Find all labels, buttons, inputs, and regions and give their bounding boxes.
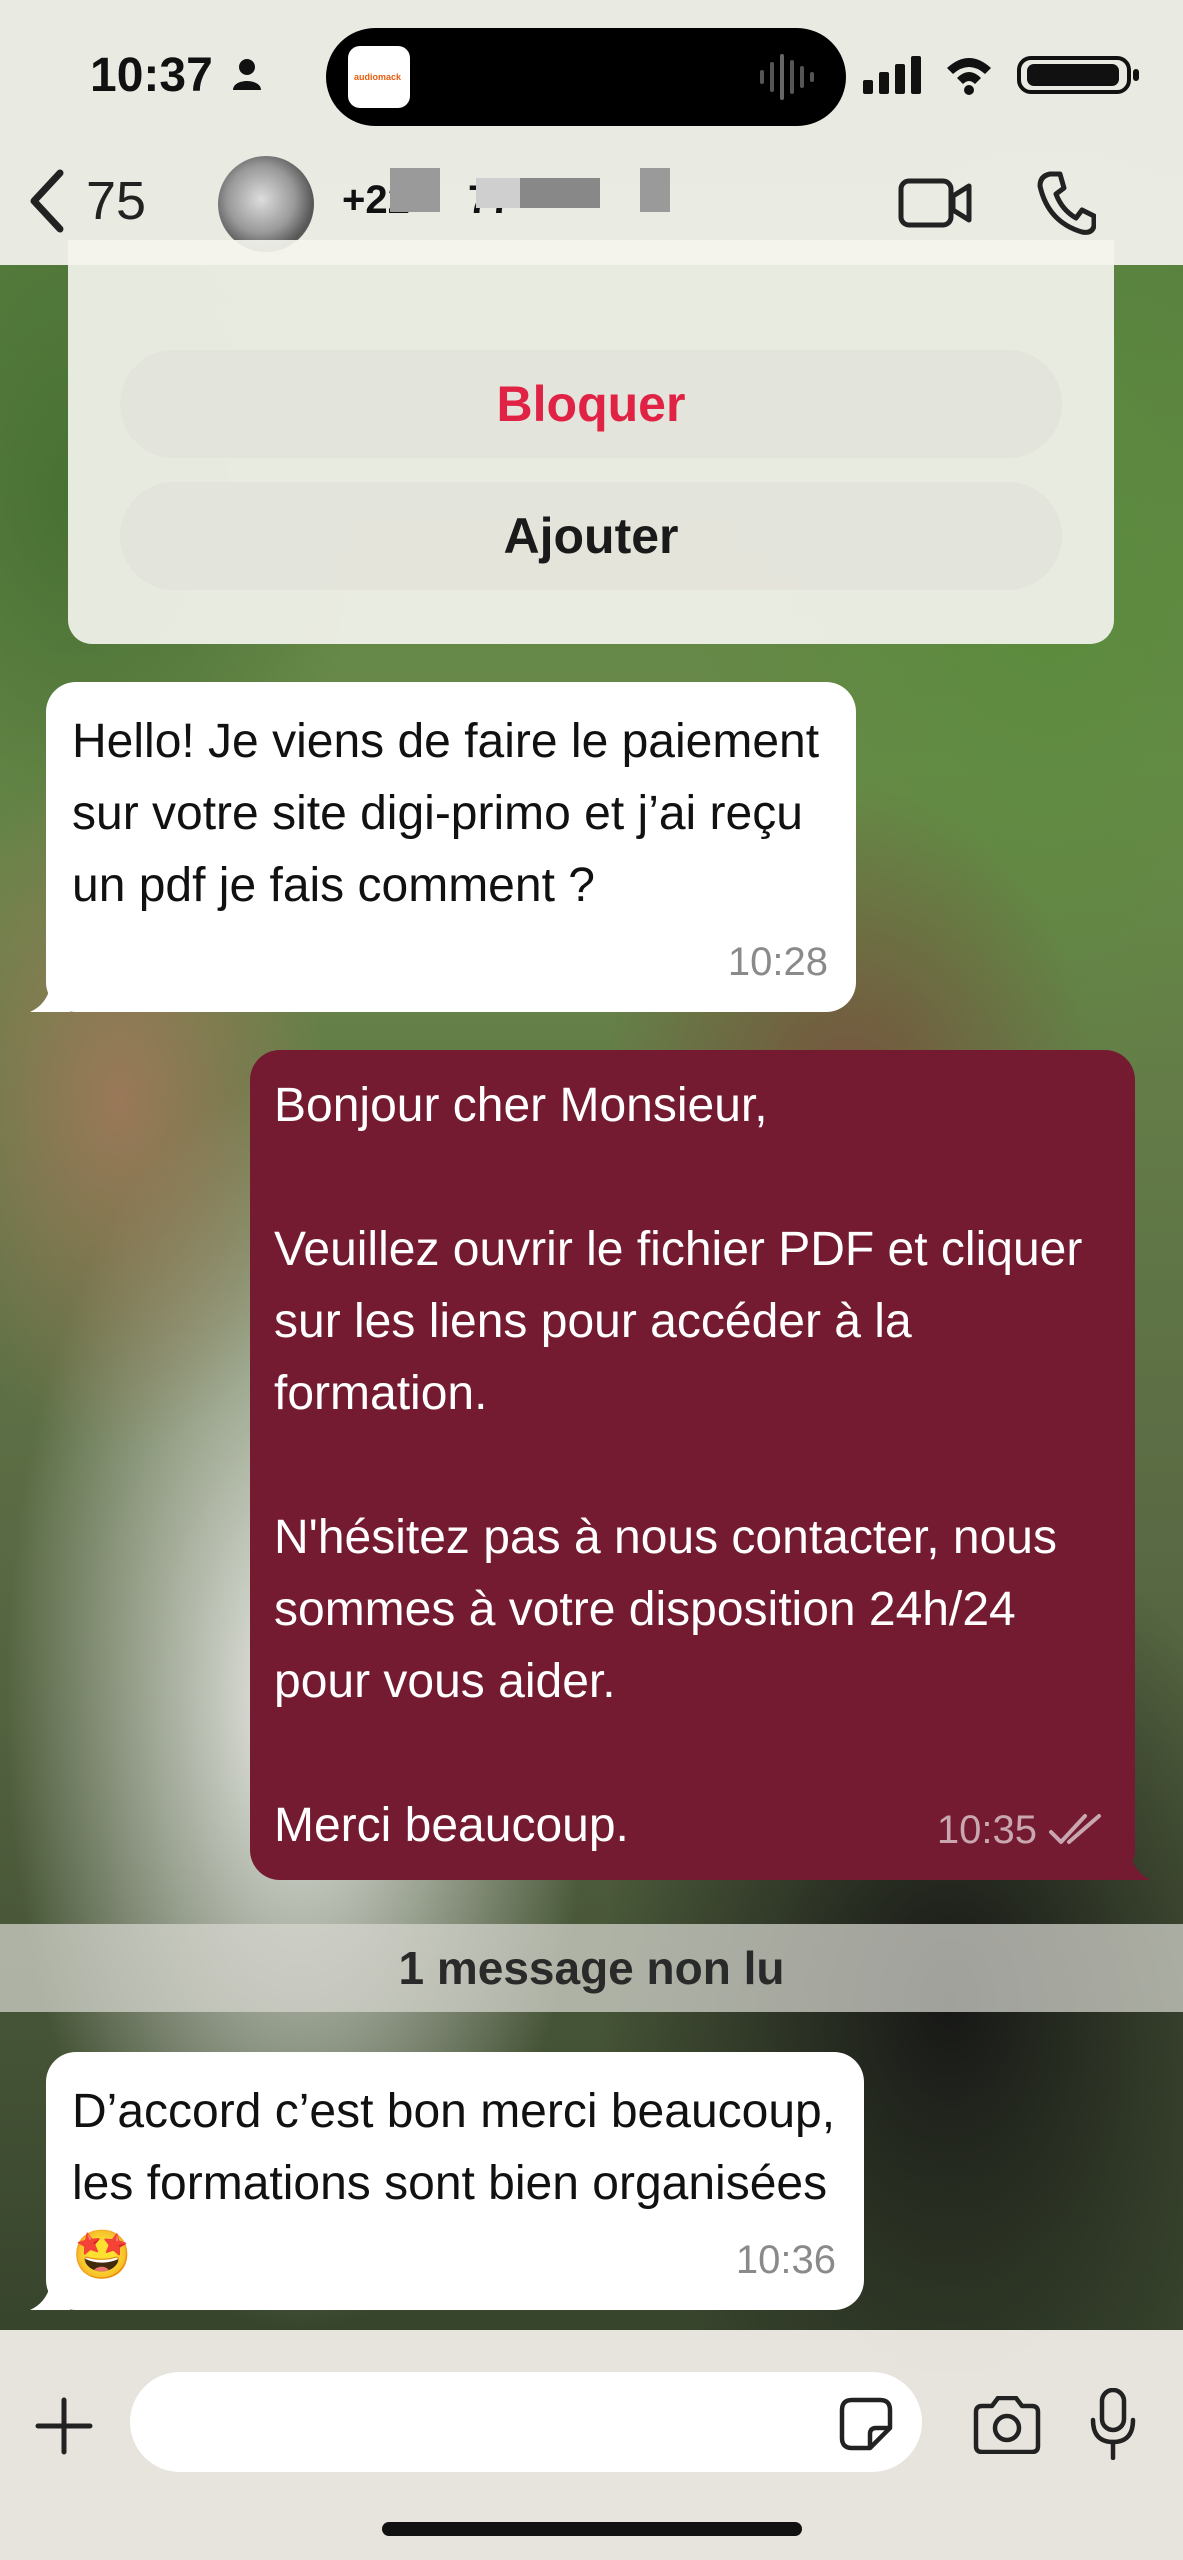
chevron-left-icon xyxy=(30,169,64,233)
dynamic-island[interactable]: audiomack xyxy=(326,28,846,126)
bubble-tail xyxy=(30,2270,70,2310)
message-text: D’accord c’est bon merci beaucoup, les f… xyxy=(72,2085,849,2282)
status-time: 10:37 xyxy=(90,49,213,102)
message-bubble-incoming[interactable]: Hello! Je viens de faire le paiement sur… xyxy=(30,682,856,1012)
unread-chats-count: 75 xyxy=(86,171,147,231)
message-time: 10:35 xyxy=(936,1808,1037,1852)
composer-bar xyxy=(0,2330,1183,2560)
redacted-name xyxy=(476,178,520,208)
microphone-icon[interactable] xyxy=(1090,2388,1136,2460)
redacted-name xyxy=(520,178,600,208)
unknown-contact-card: Bloquer Ajouter xyxy=(68,240,1114,644)
video-call-icon[interactable] xyxy=(898,176,972,230)
audiomack-logo: audiomack xyxy=(348,46,410,108)
message-input[interactable] xyxy=(130,2372,922,2472)
add-contact-button[interactable]: Ajouter xyxy=(120,482,1062,590)
block-button[interactable]: Bloquer xyxy=(120,350,1062,458)
back-button[interactable]: 75 xyxy=(28,166,178,236)
person-icon xyxy=(233,59,261,90)
message-meta: 10:35 xyxy=(937,1794,1107,1866)
message-meta: 10:36 xyxy=(736,2224,836,2296)
message-time: 10:36 xyxy=(735,2238,836,2282)
home-indicator[interactable] xyxy=(382,2522,802,2536)
chat-header: 10:37 audiomack 75 +22 xyxy=(0,0,1183,265)
message-meta: 10:28 xyxy=(728,926,828,998)
bubble-tail xyxy=(30,972,70,1012)
avatar[interactable] xyxy=(218,156,314,252)
phone-icon[interactable] xyxy=(1036,170,1096,236)
unread-messages-banner: 1 message non lu xyxy=(0,1924,1183,2012)
waveform-icon xyxy=(760,54,814,100)
redacted-name xyxy=(390,168,440,212)
message-bubble-outgoing[interactable]: Bonjour cher Monsieur, Veuillez ouvrir l… xyxy=(250,1050,1151,1880)
sticker-icon[interactable] xyxy=(838,2396,894,2452)
status-icons xyxy=(863,56,1139,95)
message-time: 10:28 xyxy=(727,940,828,984)
double-check-icon xyxy=(1049,1814,1101,1844)
message-text: Bonjour cher Monsieur, Veuillez ouvrir l… xyxy=(274,1079,1083,1852)
camera-icon[interactable] xyxy=(972,2396,1042,2454)
message-text: Hello! Je viens de faire le paiement sur… xyxy=(72,715,833,912)
message-bubble-incoming[interactable]: D’accord c’est bon merci beaucoup, les f… xyxy=(30,2052,864,2310)
redacted-name xyxy=(640,168,670,212)
plus-icon[interactable] xyxy=(34,2396,94,2456)
bubble-tail xyxy=(1111,1840,1151,1880)
